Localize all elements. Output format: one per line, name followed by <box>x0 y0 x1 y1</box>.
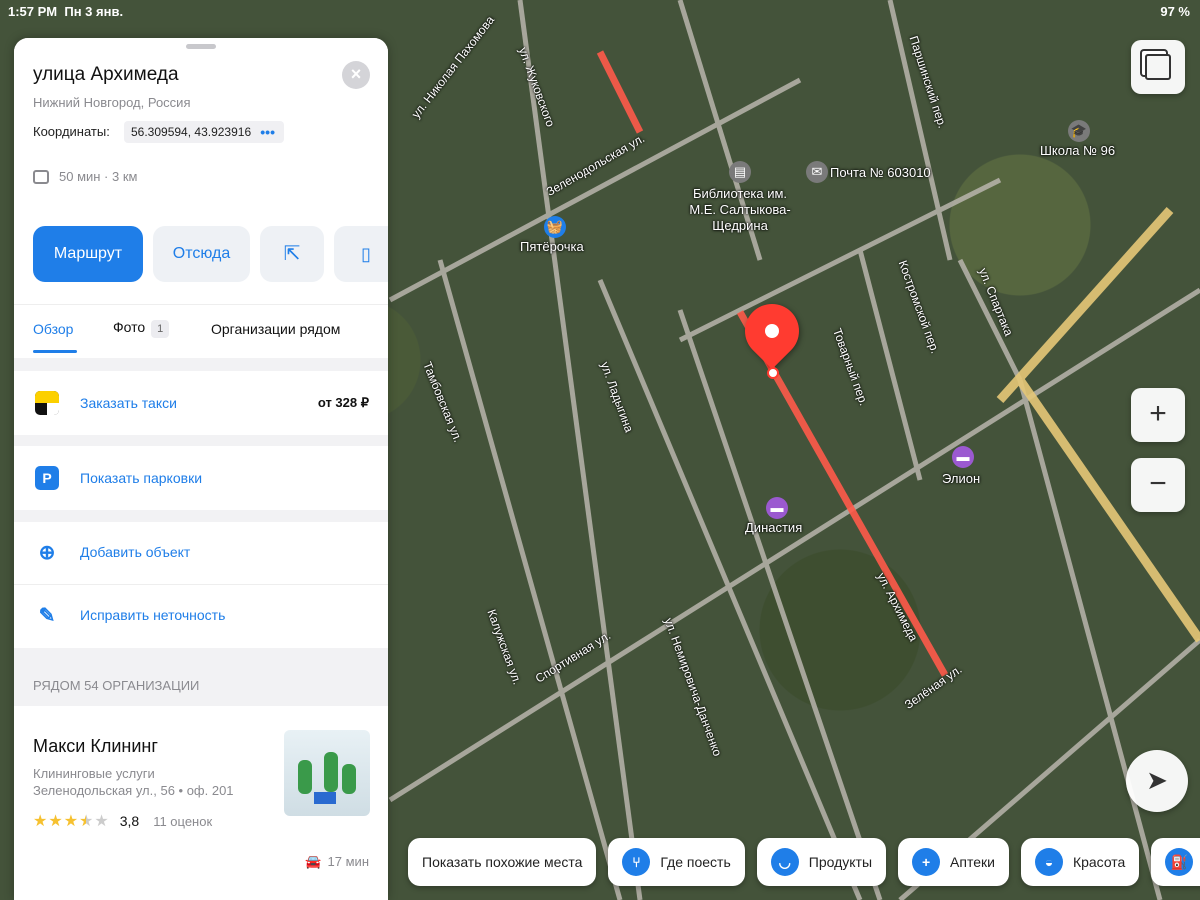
pharmacy-cross-icon: + <box>912 848 941 876</box>
star-icon: ★ <box>48 813 63 830</box>
car-icon: 🚘 <box>305 854 322 869</box>
coordinates-value[interactable]: 56.309594, 43.923916 ••• <box>124 121 284 143</box>
drive-time: 🚘 17 мин <box>305 854 369 870</box>
zoom-in-button[interactable]: + <box>1131 388 1185 442</box>
more-dots-icon[interactable]: ••• <box>260 121 275 143</box>
fix-inaccuracy-label: Исправить неточность <box>80 607 226 623</box>
active-tab-indicator <box>33 350 77 353</box>
library-icon[interactable]: ▤ <box>729 161 751 183</box>
edit-rows: ⊕ Добавить объект ✎ Исправить неточность <box>14 522 388 648</box>
star-icon: ★ <box>94 813 109 830</box>
status-bar: 1:57 PM Пн 3 янв. 97 % <box>0 0 1200 22</box>
org-category: Клининговые услуги <box>33 766 155 781</box>
place-subtitle: Нижний Новгород, Россия <box>33 95 191 110</box>
fix-inaccuracy-row[interactable]: ✎ Исправить неточность <box>14 585 388 648</box>
chip-pharmacies[interactable]: + Аптеки <box>898 838 1009 886</box>
fork-knife-icon: ⑂ <box>622 848 651 876</box>
zoom-out-button[interactable]: − <box>1131 458 1185 512</box>
hotel-icon[interactable]: ▬ <box>766 497 788 519</box>
parking-label: Показать парковки <box>80 470 203 486</box>
navigation-arrow-icon: ➤ <box>1146 765 1168 795</box>
lips-icon: ◒ <box>1034 848 1063 876</box>
parking-icon: P <box>35 466 59 490</box>
poi-dynasty[interactable]: Династия <box>745 520 802 536</box>
locate-me-button[interactable]: ➤ <box>1126 750 1188 812</box>
nearby-orgs-header: РЯДОМ 54 ОРГАНИЗАЦИИ <box>33 678 200 693</box>
chip-gas-stations[interactable]: ⛽АЗ <box>1151 838 1200 886</box>
review-count: 11 оценок <box>153 813 213 829</box>
chip-similar-places[interactable]: Показать похожие места <box>408 838 597 886</box>
taxi-row[interactable]: Заказать такси от 328 ₽ <box>14 371 388 435</box>
tab-label: Фото <box>113 319 146 335</box>
status-time: 1:57 PM <box>8 4 58 19</box>
org-photo[interactable] <box>284 730 370 816</box>
chip-groceries[interactable]: ◡ Продукты <box>756 838 887 886</box>
photos-count-badge: 1 <box>151 320 170 338</box>
pin-point <box>767 367 779 379</box>
poi-post[interactable]: Почта № 603010 <box>830 165 931 181</box>
org-rating: ★ ★ ★ ★ ★ 3,8 11 оценок <box>33 811 212 831</box>
org-name: Макси Клининг <box>33 736 158 756</box>
coordinates-text: 56.309594, 43.923916 <box>131 125 252 139</box>
add-location-icon: ⊕ <box>38 542 56 564</box>
poi-library[interactable]: Библиотека им. М.Е. Салтыкова-Щедрина <box>680 186 800 234</box>
basket-icon: ◡ <box>770 848 799 876</box>
poi-pyaterochka[interactable]: Пятёрочка <box>520 239 584 255</box>
school-icon[interactable]: 🎓 <box>1068 120 1090 142</box>
add-object-label: Добавить объект <box>80 544 191 560</box>
rating-value: 3,8 <box>119 813 140 829</box>
fuel-icon: ⛽ <box>1165 848 1194 876</box>
nearby-org-card[interactable]: Макси Клининг Клининговые услуги Зеленод… <box>14 706 388 900</box>
coordinates-label: Координаты: <box>33 124 110 139</box>
chip-label: Аптеки <box>950 854 995 870</box>
close-button[interactable]: × <box>342 61 370 89</box>
bookmark-button[interactable]: ▯ <box>334 226 388 282</box>
taxi-price: от 328 ₽ <box>317 395 369 410</box>
tab-overview[interactable]: Обзор <box>33 321 73 337</box>
action-buttons: Маршрут Отсюда ⇱ ▯ <box>33 226 388 282</box>
poi-school[interactable]: Школа № 96 <box>1040 143 1115 159</box>
yandex-taxi-icon <box>35 391 59 415</box>
half-star-icon: ★ <box>79 813 94 830</box>
chip-beauty[interactable]: ◒ Красота <box>1020 838 1140 886</box>
share-button[interactable]: ⇱ <box>260 226 324 282</box>
star-icon: ★ <box>63 813 79 830</box>
drag-handle[interactable] <box>186 44 216 49</box>
star-icon: ★ <box>33 813 48 830</box>
pencil-icon: ✎ <box>38 605 56 627</box>
bookmark-icon: ▯ <box>361 244 371 264</box>
chip-where-to-eat[interactable]: ⑂ Где поесть <box>608 838 745 886</box>
transit-info: 50 мин · 3 км <box>33 169 137 184</box>
shop-basket-icon[interactable]: 🧺 <box>544 216 566 238</box>
drive-time-text: 17 мин <box>327 854 369 869</box>
hotel-icon[interactable]: ▬ <box>952 446 974 468</box>
share-icon: ⇱ <box>283 243 301 265</box>
place-title: улица Архимеда <box>33 64 179 85</box>
transit-text: 50 мин · 3 км <box>59 169 138 184</box>
tab-nearby-orgs[interactable]: Организации рядом <box>211 321 340 337</box>
org-address: Зеленодольская ул., 56 • оф. 201 <box>33 783 234 798</box>
battery-indicator: 97 % <box>1160 4 1190 19</box>
mail-icon[interactable]: ✉ <box>806 161 828 183</box>
place-header: улица Архимеда × Нижний Новгород, Россия… <box>14 38 388 358</box>
tab-photos[interactable]: Фото 1 <box>113 319 170 338</box>
category-chips: Показать похожие места ⑂ Где поесть ◡ Прод… <box>408 838 1200 886</box>
add-object-row[interactable]: ⊕ Добавить объект <box>14 522 388 585</box>
chip-label: Показать похожие места <box>422 854 583 870</box>
layers-icon <box>1145 54 1171 81</box>
chip-label: Где поесть <box>660 854 731 870</box>
layers-button[interactable] <box>1131 40 1185 94</box>
poi-elion[interactable]: Элион <box>942 471 980 487</box>
tab-bar: Обзор Фото 1 Организации рядом <box>14 304 388 358</box>
route-button[interactable]: Маршрут <box>33 226 143 282</box>
chip-label: Красота <box>1072 854 1126 870</box>
place-card-panel: улица Архимеда × Нижний Новгород, Россия… <box>14 38 388 900</box>
chip-label: Продукты <box>808 854 873 870</box>
status-date: Пн 3 янв. <box>64 4 124 19</box>
parking-row[interactable]: P Показать парковки <box>14 446 388 510</box>
bus-icon <box>33 169 49 184</box>
close-icon: × <box>350 64 362 84</box>
taxi-label: Заказать такси <box>80 395 177 411</box>
from-here-button[interactable]: Отсюда <box>153 226 250 282</box>
